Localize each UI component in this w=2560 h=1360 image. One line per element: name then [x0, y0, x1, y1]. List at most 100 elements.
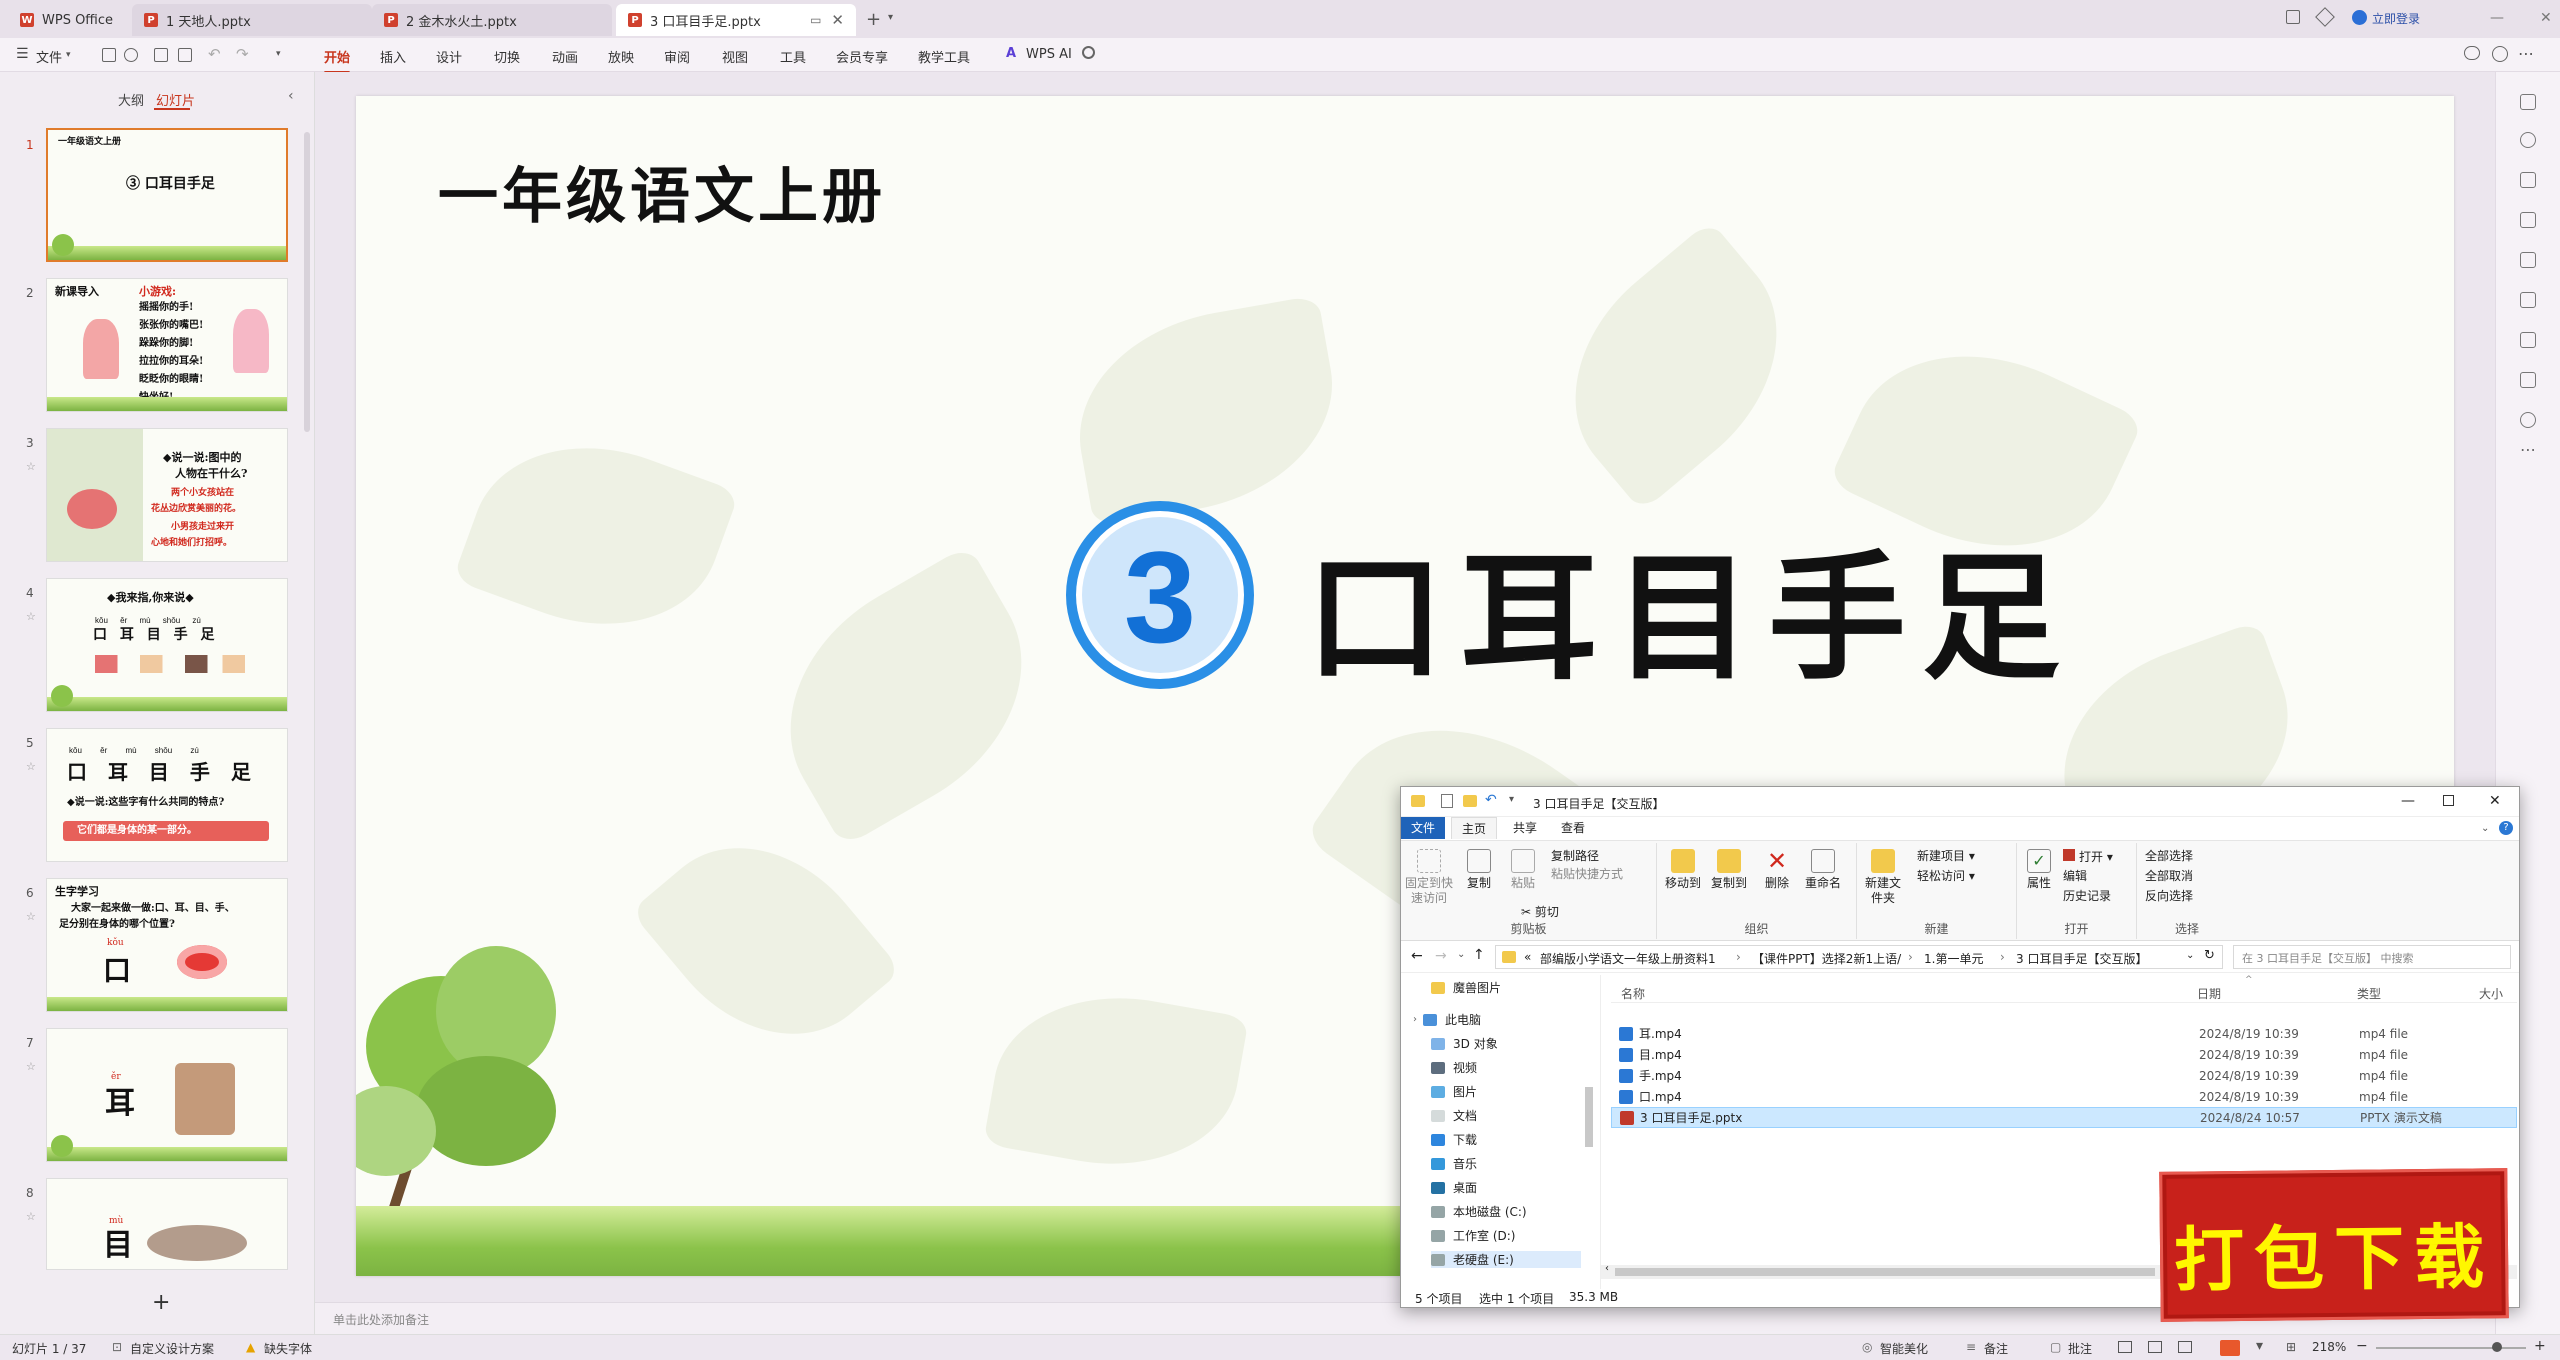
slide-thumbnail-4[interactable]: ◆我来指,你来说◆ kǒu ěr mù shǒu zú 口 耳 目 手 足 — [46, 578, 288, 712]
maximize-icon[interactable] — [2443, 795, 2454, 806]
tab-review[interactable]: 审阅 — [664, 47, 690, 66]
nav-scrollbar[interactable] — [1585, 1087, 1593, 1147]
nav-item[interactable]: 音乐 — [1431, 1155, 1477, 1172]
scrollbar[interactable] — [304, 132, 310, 432]
chevron-down-icon[interactable]: ▾ — [1509, 794, 1514, 805]
new-folder-icon[interactable] — [1463, 795, 1477, 807]
chevron-down-icon[interactable]: ▾ — [276, 49, 281, 59]
tab-design[interactable]: 设计 — [436, 47, 462, 66]
collapse-panel-icon[interactable]: ‹ — [288, 88, 294, 104]
tab-tools[interactable]: 工具 — [780, 47, 806, 66]
layers-icon[interactable] — [2520, 332, 2536, 348]
ribbon-tab-file[interactable]: 文件 — [1401, 817, 1446, 839]
design-scheme-button[interactable]: 自定义设计方案 — [130, 1340, 214, 1357]
star-icon[interactable]: ☆ — [26, 910, 36, 923]
normal-view-icon[interactable] — [2118, 1341, 2132, 1353]
ribbon-tab-view[interactable]: 查看 — [1551, 817, 1595, 839]
slide-thumbnail-7[interactable]: ěr 耳 — [46, 1028, 288, 1162]
breadcrumb-overflow[interactable]: « — [1524, 950, 1531, 964]
nav-item[interactable]: 工作室 (D:) — [1431, 1227, 1515, 1244]
chevron-down-icon[interactable]: ⌄ — [2481, 823, 2489, 834]
tab-document-2[interactable]: P 2 金木水火土.pptx — [372, 4, 612, 36]
undo-icon[interactable]: ↶ — [208, 45, 221, 63]
nav-item[interactable]: 桌面 — [1431, 1179, 1477, 1196]
breadcrumb-item[interactable]: 【课件PPT】选择2新1上语/ — [1752, 950, 1901, 967]
missing-font-button[interactable]: 缺失字体 — [264, 1340, 312, 1357]
move-to-button[interactable]: 移动到 — [1663, 849, 1703, 891]
tab-member[interactable]: 会员专享 — [836, 47, 888, 66]
cube-icon[interactable] — [2315, 7, 2335, 27]
file-row[interactable]: 耳.mp4 2024/8/19 10:39 mp4 file — [1611, 1023, 2517, 1044]
file-row[interactable]: 口.mp4 2024/8/19 10:39 mp4 file — [1611, 1086, 2517, 1107]
minimize-icon[interactable]: — — [2490, 10, 2504, 26]
file-row[interactable]: 手.mp4 2024/8/19 10:39 mp4 file — [1611, 1065, 2517, 1086]
search-box[interactable]: 在 3 口耳目手足【交互版】 中搜索 — [2233, 945, 2511, 969]
new-folder-button[interactable]: 新建文件夹 — [1863, 849, 1903, 906]
nav-item[interactable]: 图片 — [1431, 1083, 1477, 1100]
redo-icon[interactable]: ↷ — [236, 45, 249, 63]
history-button[interactable]: 历史记录 — [2063, 889, 2111, 904]
tab-slides[interactable]: 幻灯片 — [156, 90, 195, 109]
slide-thumbnail-3[interactable]: ◆说一说:图中的 人物在干什么? 两个小女孩站在 花丛边欣赏美丽的花。 小男孩走… — [46, 428, 288, 562]
reading-view-icon[interactable] — [2178, 1341, 2192, 1353]
add-slide-button[interactable]: + — [152, 1290, 170, 1315]
lesson-number-badge[interactable]: 3 — [1066, 501, 1254, 689]
sorter-view-icon[interactable] — [2148, 1341, 2162, 1353]
nav-item[interactable]: 魔兽图片 — [1431, 979, 1501, 996]
tab-teaching-tools[interactable]: 教学工具 — [918, 47, 970, 66]
forward-icon[interactable]: → — [1435, 948, 1447, 964]
more-icon[interactable]: ⋯ — [2520, 440, 2536, 459]
minimize-icon[interactable]: — — [2401, 793, 2415, 809]
search-doc-icon[interactable] — [124, 48, 138, 62]
chevron-down-icon[interactable]: ⌄ — [2186, 950, 2194, 961]
select-all-button[interactable]: 全部选择 — [2145, 849, 2193, 864]
nav-item[interactable]: 3D 对象 — [1431, 1035, 1498, 1052]
monitor-icon[interactable]: ▭ — [810, 13, 821, 27]
tab-slideshow[interactable]: 放映 — [608, 47, 634, 66]
copy-to-button[interactable]: 复制到 — [1709, 849, 1749, 891]
column-type[interactable]: 类型 — [2357, 985, 2381, 1002]
tab-home[interactable]: 开始 — [324, 47, 351, 74]
close-tab-icon[interactable]: ✕ — [831, 11, 844, 29]
up-icon[interactable]: ↑ — [1473, 947, 1485, 963]
adjust-icon[interactable] — [2520, 132, 2536, 148]
notes-toggle[interactable]: 备注 — [1984, 1340, 2008, 1357]
column-date[interactable]: 日期 — [2197, 985, 2221, 1002]
more-icon[interactable]: ⋯ — [2518, 44, 2534, 63]
delete-button[interactable]: ✕ 删除 — [1759, 849, 1795, 891]
breadcrumb-item[interactable]: 部编版小学语文一年级上册资料1 — [1540, 950, 1716, 967]
star-icon[interactable] — [2520, 172, 2536, 188]
copy-button[interactable]: 复制 — [1461, 849, 1497, 891]
properties-icon[interactable] — [1441, 794, 1453, 808]
rename-button[interactable]: 重命名 — [1803, 849, 1843, 891]
address-bar[interactable]: « 部编版小学语文一年级上册资料1 › 【课件PPT】选择2新1上语/ › 1.… — [1495, 945, 2223, 969]
slide-title[interactable]: 一年级语文上册 — [438, 148, 886, 235]
window-layout-icon[interactable] — [2286, 10, 2300, 24]
tab-document-3[interactable]: P 3 口耳目手足.pptx ▭ ✕ — [616, 4, 856, 36]
paste-shortcut-button[interactable]: 粘贴快捷方式 — [1551, 867, 1623, 882]
tab-view[interactable]: 视图 — [722, 47, 748, 66]
star-icon[interactable]: ☆ — [26, 610, 36, 623]
new-tab-icon[interactable]: + — [866, 9, 881, 30]
download-badge[interactable]: 打包下载 — [2159, 1168, 2509, 1322]
search-icon[interactable] — [1082, 46, 1095, 59]
save-icon[interactable] — [102, 48, 116, 62]
zoom-slider-handle[interactable] — [2492, 1342, 2502, 1352]
tab-wps-home[interactable]: W WPS Office — [8, 4, 126, 36]
star-icon[interactable]: ☆ — [26, 1210, 36, 1223]
zoom-in-icon[interactable]: + — [2534, 1338, 2546, 1354]
column-name[interactable]: 名称 — [1621, 985, 1645, 1002]
breadcrumb-item[interactable]: 1.第一单元 — [1924, 950, 1983, 967]
close-icon[interactable]: ✕ — [2489, 793, 2501, 809]
slide-thumbnail-6[interactable]: 生字学习 大家一起来做一做:口、耳、目、手、 足分别在身体的哪个位置? kǒu … — [46, 878, 288, 1012]
help-icon[interactable] — [2520, 412, 2536, 428]
magic-icon[interactable] — [2520, 292, 2536, 308]
file-row-selected[interactable]: 3 口耳目手足.pptx 2024/8/24 10:57 PPTX 演示文稿 — [1611, 1107, 2517, 1128]
print-icon[interactable] — [154, 48, 168, 62]
close-window-icon[interactable]: ✕ — [2540, 10, 2552, 26]
refresh-icon[interactable]: ↻ — [2204, 948, 2215, 963]
file-row[interactable]: 目.mp4 2024/8/19 10:39 mp4 file — [1611, 1044, 2517, 1065]
avatar[interactable] — [2352, 10, 2367, 25]
image-icon[interactable] — [2520, 252, 2536, 268]
chevron-down-icon[interactable]: ▾ — [2256, 1338, 2263, 1354]
